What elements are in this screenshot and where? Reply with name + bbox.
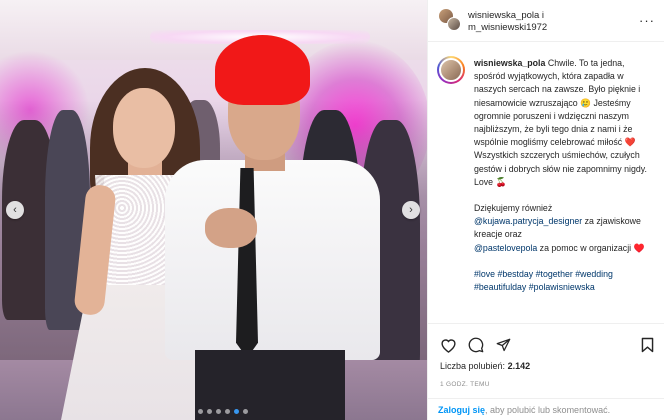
bookmark-icon[interactable] <box>638 336 656 354</box>
caption-avatar[interactable] <box>439 58 463 82</box>
author-name-1[interactable]: wisniewska_pola i <box>468 10 547 22</box>
chevron-right-icon: › <box>409 204 413 216</box>
caption-username[interactable]: wisniewska_pola <box>474 58 545 68</box>
heart-icon[interactable] <box>439 336 457 354</box>
action-bar <box>428 323 664 363</box>
post-sidebar: wisniewska_pola i m_wisniewski1972 ··· w… <box>427 0 664 420</box>
post-caption: wisniewska_pola Chwile. To ta jedna, spo… <box>474 57 654 307</box>
hashtags[interactable]: #love #bestday #together #wedding #beaut… <box>474 268 654 294</box>
groom-hand <box>205 208 257 248</box>
groom-red-hair <box>215 35 310 105</box>
instagram-post: ‹ › wisniewska_pola i m_wisniewski1972 ·… <box>0 0 664 420</box>
mention-link[interactable]: @pastelovepola <box>474 243 537 253</box>
carousel-indicator <box>198 409 248 414</box>
login-link[interactable]: Zaloguj się <box>438 405 485 415</box>
share-icon[interactable] <box>494 336 512 354</box>
login-prompt: Zaloguj się, aby polubić lub skomentować… <box>428 398 664 420</box>
carousel-dot-active <box>234 409 239 414</box>
post-timestamp[interactable]: 1 GODZ. TEMU <box>440 381 490 388</box>
thanks-text: za pomoc w organizacji ♥️ <box>537 242 645 253</box>
carousel-dot <box>243 409 248 414</box>
login-text: , aby polubić lub skomentować. <box>485 405 611 415</box>
carousel-dot <box>207 409 212 414</box>
thanks-text: Dziękujemy również <box>474 203 553 214</box>
chevron-left-icon: ‹ <box>13 204 17 216</box>
comment-icon[interactable] <box>467 336 485 354</box>
carousel-dot <box>216 409 221 414</box>
post-authors[interactable]: wisniewska_pola i m_wisniewski1972 <box>468 10 547 34</box>
carousel-dot <box>198 409 203 414</box>
likes-summary[interactable]: Liczba polubień: 2.142 <box>440 361 530 371</box>
post-photo[interactable]: ‹ › <box>0 0 427 420</box>
post-header: wisniewska_pola i m_wisniewski1972 ··· <box>428 0 664 42</box>
more-options-icon[interactable]: ··· <box>639 13 655 28</box>
mention-link[interactable]: @kujawa.patrycja_designer <box>474 216 582 226</box>
bride-face <box>113 88 175 168</box>
carousel-dot <box>225 409 230 414</box>
caption-text: Chwile. To ta jedna, spośród wyjątkowych… <box>474 58 647 187</box>
likes-count[interactable]: 2.142 <box>508 361 531 371</box>
groom-shirt <box>165 160 380 360</box>
likes-label: Liczba polubień: <box>440 361 506 371</box>
avatar-secondary[interactable] <box>447 17 461 31</box>
carousel-next-button[interactable]: › <box>402 201 420 219</box>
carousel-prev-button[interactable]: ‹ <box>6 201 24 219</box>
caption-avatar-ring[interactable] <box>437 56 465 84</box>
author-name-2[interactable]: m_wisniewski1972 <box>468 22 547 34</box>
